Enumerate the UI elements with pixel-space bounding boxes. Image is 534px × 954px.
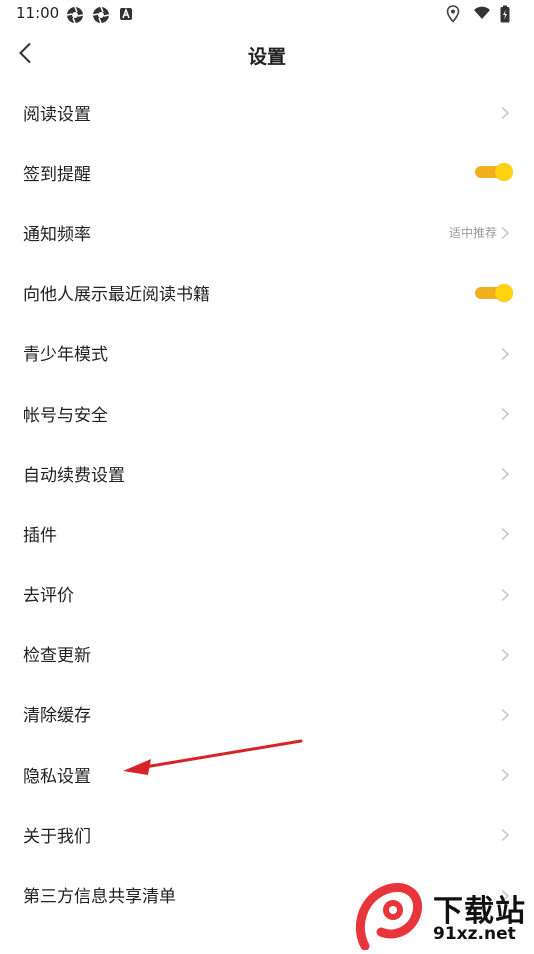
settings-row-control <box>475 162 513 182</box>
settings-row-control <box>500 587 510 601</box>
chevron-right-icon <box>500 587 510 601</box>
watermark-logo-icon <box>355 883 423 951</box>
chevron-right-icon <box>500 767 510 782</box>
settings-row-control <box>500 346 510 360</box>
settings-row-label: 帐号与安全 <box>23 405 108 426</box>
toggle-knob <box>495 283 513 302</box>
toggle-switch[interactable] <box>475 283 513 303</box>
settings-row[interactable]: 向他人展示最近阅读书籍 <box>0 263 534 323</box>
settings-row-control <box>500 647 510 661</box>
settings-row-control <box>475 283 513 303</box>
settings-row[interactable]: 插件 <box>0 503 534 563</box>
wifi-icon <box>473 5 491 23</box>
chevron-right-icon <box>500 707 510 722</box>
chevron-right-icon <box>500 466 510 481</box>
settings-row-label: 插件 <box>23 525 57 546</box>
settings-row-control <box>500 827 510 842</box>
settings-row[interactable]: 关于我们 <box>0 804 534 864</box>
settings-row-control <box>500 767 510 782</box>
settings-row-control <box>500 466 510 481</box>
battery-icon <box>500 5 518 23</box>
toggle-switch[interactable] <box>475 162 513 182</box>
settings-row-label: 自动续费设置 <box>23 465 125 486</box>
settings-list: 阅读设置签到提醒通知频率 适中推荐向他人展示最近阅读书籍 青少年模式帐号与安全自动续… <box>0 82 534 925</box>
settings-row[interactable]: 隐私设置 <box>0 744 534 804</box>
settings-row[interactable]: 帐号与安全 <box>0 383 534 443</box>
settings-row[interactable]: 通知频率 适中推荐 <box>0 202 534 262</box>
settings-row-label: 隐私设置 <box>23 766 91 787</box>
location-icon <box>446 5 464 23</box>
toggle-knob <box>495 163 513 182</box>
header-bar: 设置 <box>0 28 534 84</box>
settings-row[interactable]: 清除缓存 <box>0 684 534 744</box>
settings-row-control <box>500 526 510 541</box>
status-bar: 11:00 <box>0 0 534 28</box>
settings-row-label: 青少年模式 <box>23 345 108 366</box>
settings-row-label: 向他人展示最近阅读书籍 <box>23 285 210 306</box>
aperture-icon <box>92 6 110 24</box>
settings-row[interactable]: 自动续费设置 <box>0 443 534 503</box>
watermark: 下载站 91xz.net <box>355 880 534 951</box>
settings-row[interactable]: 阅读设置 <box>0 82 534 142</box>
settings-row-value: 适中推荐 <box>448 225 497 240</box>
settings-row-label: 阅读设置 <box>23 104 91 125</box>
chevron-right-icon <box>500 647 510 661</box>
settings-row-label: 关于我们 <box>23 826 91 847</box>
settings-row-control <box>500 406 510 421</box>
chevron-right-icon <box>500 827 510 842</box>
chevron-right-icon <box>500 406 510 421</box>
settings-row-control <box>500 105 510 120</box>
page-title: 设置 <box>247 46 286 68</box>
settings-row[interactable]: 去评价 <box>0 564 534 624</box>
status-icons-left <box>66 6 136 24</box>
status-time: 11:00 <box>16 4 60 22</box>
chevron-right-icon <box>500 346 510 360</box>
watermark-bottom-text: 91xz.net <box>433 924 516 944</box>
settings-row-control <box>500 707 510 722</box>
chevron-right-icon <box>500 225 510 240</box>
aperture-icon <box>66 6 84 24</box>
chevron-right-icon <box>500 526 510 541</box>
settings-row-label: 清除缓存 <box>23 706 91 727</box>
settings-row[interactable]: 青少年模式 <box>0 323 534 383</box>
settings-row[interactable]: 签到提醒 <box>0 142 534 202</box>
settings-row-label: 通知频率 <box>23 224 91 245</box>
settings-row[interactable]: 检查更新 <box>0 624 534 684</box>
chevron-right-icon <box>500 105 510 120</box>
settings-row-label: 去评价 <box>23 586 74 607</box>
status-icons-right <box>446 5 518 23</box>
settings-row-control: 适中推荐 <box>449 224 510 241</box>
settings-row-label: 签到提醒 <box>23 164 91 185</box>
font-icon <box>118 6 136 24</box>
settings-row-label: 检查更新 <box>23 646 91 667</box>
